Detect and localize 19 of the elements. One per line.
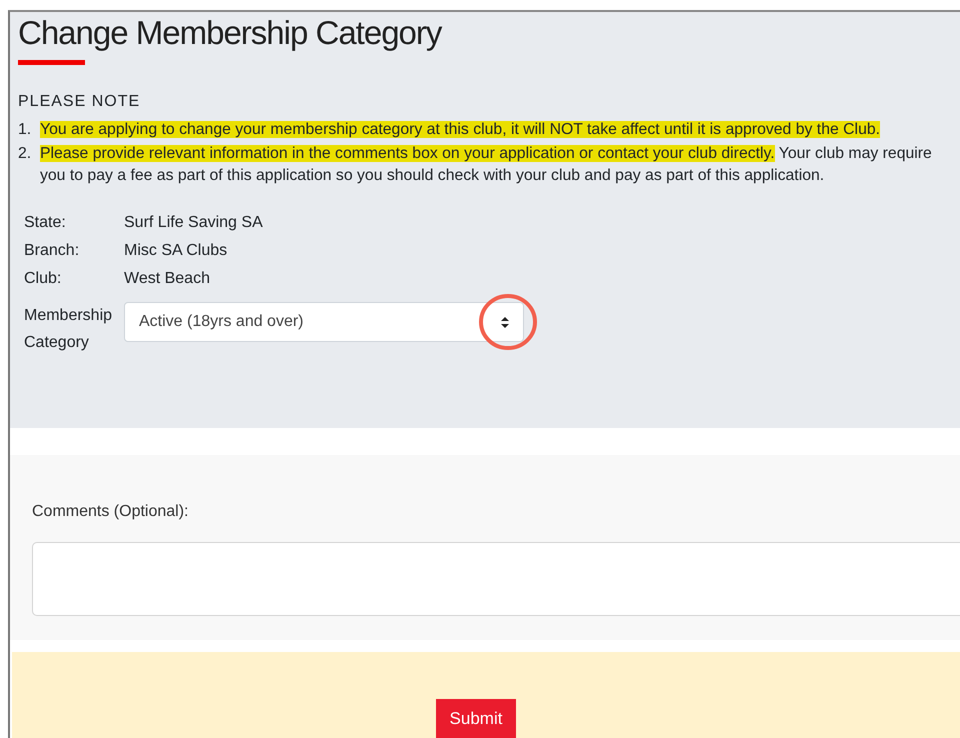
field-value: West Beach — [124, 270, 211, 288]
field-label: Club: — [24, 270, 62, 288]
field-value: Surf Life Saving SA — [124, 214, 264, 232]
title-underline — [18, 60, 85, 65]
page-title: Change Membership Category — [18, 14, 443, 52]
note-heading: PLEASE NOTE — [18, 93, 142, 111]
field-value: Misc SA Clubs — [124, 242, 228, 260]
field-label: State: — [24, 214, 67, 232]
field-label: Comments (Optional): — [32, 503, 190, 521]
sort-caret-icon — [501, 316, 509, 328]
submit-button[interactable]: Submit — [436, 699, 516, 738]
field-label: Membership Category — [24, 306, 114, 353]
list-number: 2. — [18, 144, 32, 164]
note-text: You are applying to change your membership category at this club, it will NOT take affect until it is approved by the Club. — [40, 120, 882, 140]
field-label: Branch: — [24, 242, 80, 260]
comments-field[interactable] — [32, 542, 960, 616]
note-text: Please provide relevant information in the comments box on your application or contact your club directly. Your club may require you to pay a fee as part of this application so you should check with your club and pay as part of this application. — [40, 144, 933, 186]
list-number: 1. — [18, 120, 32, 140]
category-select[interactable]: Active (18yrs and over) — [124, 302, 524, 342]
